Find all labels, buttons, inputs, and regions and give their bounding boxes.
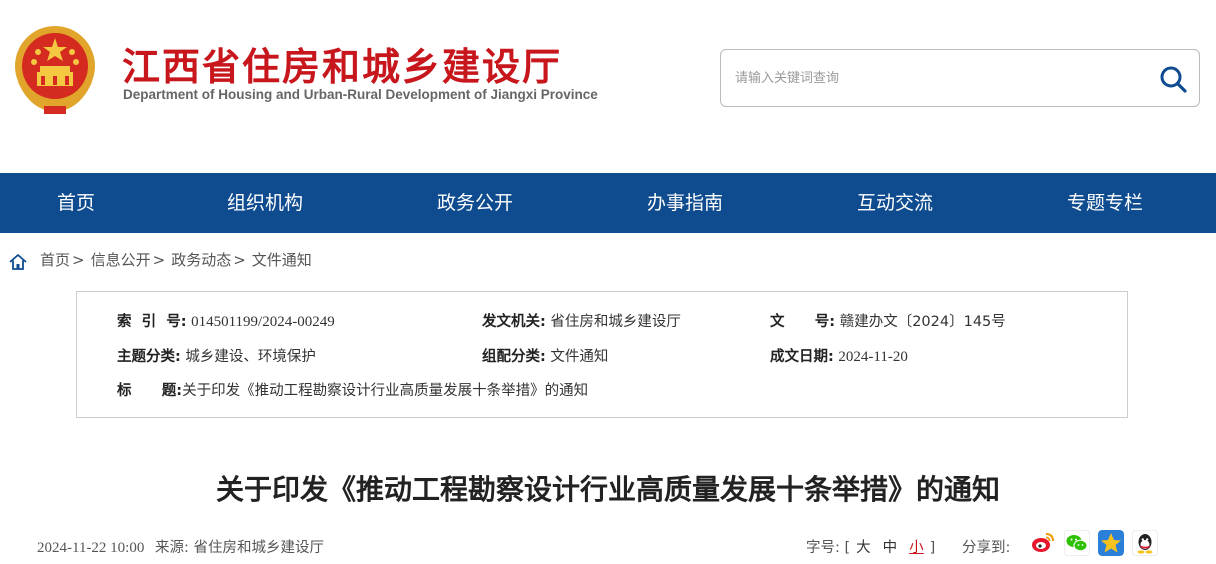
breadcrumb: 首页 > 信息公开 > 政务动态 > 文件通知 [40, 249, 312, 271]
info-topic-key: 主题分类: [117, 349, 181, 365]
info-title-key: 标 题: [117, 383, 183, 399]
qq-icon[interactable] [1132, 530, 1158, 556]
info-category: 组配分类: 文件通知 [482, 345, 608, 366]
nav-item-interaction[interactable]: 互动交流 [857, 173, 933, 233]
article-title: 关于印发《推动工程勘察设计行业高质量发展十条举措》的通知 [215, 473, 1000, 506]
font-size-small[interactable]: 小 [909, 540, 924, 556]
site-subtitle: Department of Housing and Urban-Rural De… [123, 87, 598, 102]
nav-item-service-guide[interactable]: 办事指南 [647, 173, 723, 233]
site-title: 江西省住房和城乡建设厅 [122, 45, 563, 89]
info-docno-key: 文 号: [770, 314, 836, 330]
info-title: 标 题:关于印发《推动工程勘察设计行业高质量发展十条举措》的通知 [117, 379, 588, 400]
search-box [720, 49, 1200, 107]
font-size-large[interactable]: 大 [856, 540, 871, 556]
font-size-label: 字号: [806, 540, 840, 556]
national-emblem-icon [15, 26, 95, 114]
info-index-number: 索 引 号: 014501199/2024-00249 [117, 310, 335, 331]
info-date-value: 2024-11-20 [838, 349, 908, 365]
info-issuer-key: 发文机关: [482, 314, 546, 330]
breadcrumb-home[interactable]: 首页 [40, 251, 70, 269]
source-value: 省住房和城乡建设厅 [193, 540, 324, 556]
breadcrumb-info-public[interactable]: 信息公开 [91, 251, 151, 269]
info-title-value: 关于印发《推动工程勘察设计行业高质量发展十条举措》的通知 [182, 383, 589, 399]
info-issuer-value: 省住房和城乡建设厅 [550, 314, 681, 330]
nav-item-home[interactable]: 首页 [57, 173, 95, 233]
weibo-icon[interactable] [1030, 530, 1056, 556]
info-date-key: 成文日期: [770, 349, 834, 365]
share-label: 分享到: [962, 540, 1011, 556]
breadcrumb-separator: > [72, 251, 85, 269]
breadcrumb-gov-news[interactable]: 政务动态 [171, 251, 231, 269]
nav-item-government-affairs[interactable]: 政务公开 [437, 173, 513, 233]
info-date: 成文日期: 2024-11-20 [770, 345, 908, 366]
site-header: 江西省住房和城乡建设厅 Department of Housing and Ur… [0, 0, 1216, 173]
font-size-bracket-close: ] [929, 540, 936, 556]
info-topic: 主题分类: 城乡建设、环境保护 [117, 345, 316, 366]
font-size-medium[interactable]: 中 [883, 540, 898, 556]
font-size-bracket-open: [ [844, 540, 851, 556]
main-nav: 首页 组织机构 政务公开 办事指南 互动交流 专题专栏 [0, 173, 1216, 233]
nav-item-organization[interactable]: 组织机构 [227, 173, 303, 233]
info-issuer: 发文机关: 省住房和城乡建设厅 [482, 310, 681, 331]
info-topic-value: 城乡建设、环境保护 [185, 349, 316, 365]
info-docno-value: 赣建办文〔2024〕145号 [839, 314, 1006, 330]
wechat-icon[interactable] [1064, 530, 1090, 556]
qzone-icon[interactable] [1098, 530, 1124, 556]
info-category-key: 组配分类: [482, 349, 546, 365]
breadcrumb-separator: > [233, 251, 246, 269]
info-index-key: 索 引 号: [117, 314, 187, 330]
home-icon[interactable] [8, 252, 28, 272]
breadcrumb-file-notice[interactable]: 文件通知 [252, 251, 312, 269]
font-size-switcher: 字号: [ 大中小] [806, 536, 935, 557]
source-label: 来源: [154, 540, 189, 556]
nav-item-special-topics[interactable]: 专题专栏 [1067, 173, 1143, 233]
search-icon[interactable] [1158, 64, 1188, 94]
info-index-value: 014501199/2024-00249 [191, 314, 335, 330]
article-meta: 2024-11-22 10:00 来源: 省住房和城乡建设厅 [37, 536, 324, 557]
search-input[interactable] [735, 68, 1135, 88]
publish-time: 2024-11-22 10:00 [37, 540, 145, 556]
info-document-number: 文 号: 赣建办文〔2024〕145号 [770, 310, 1006, 331]
breadcrumb-separator: > [152, 251, 166, 269]
info-category-value: 文件通知 [550, 349, 609, 365]
